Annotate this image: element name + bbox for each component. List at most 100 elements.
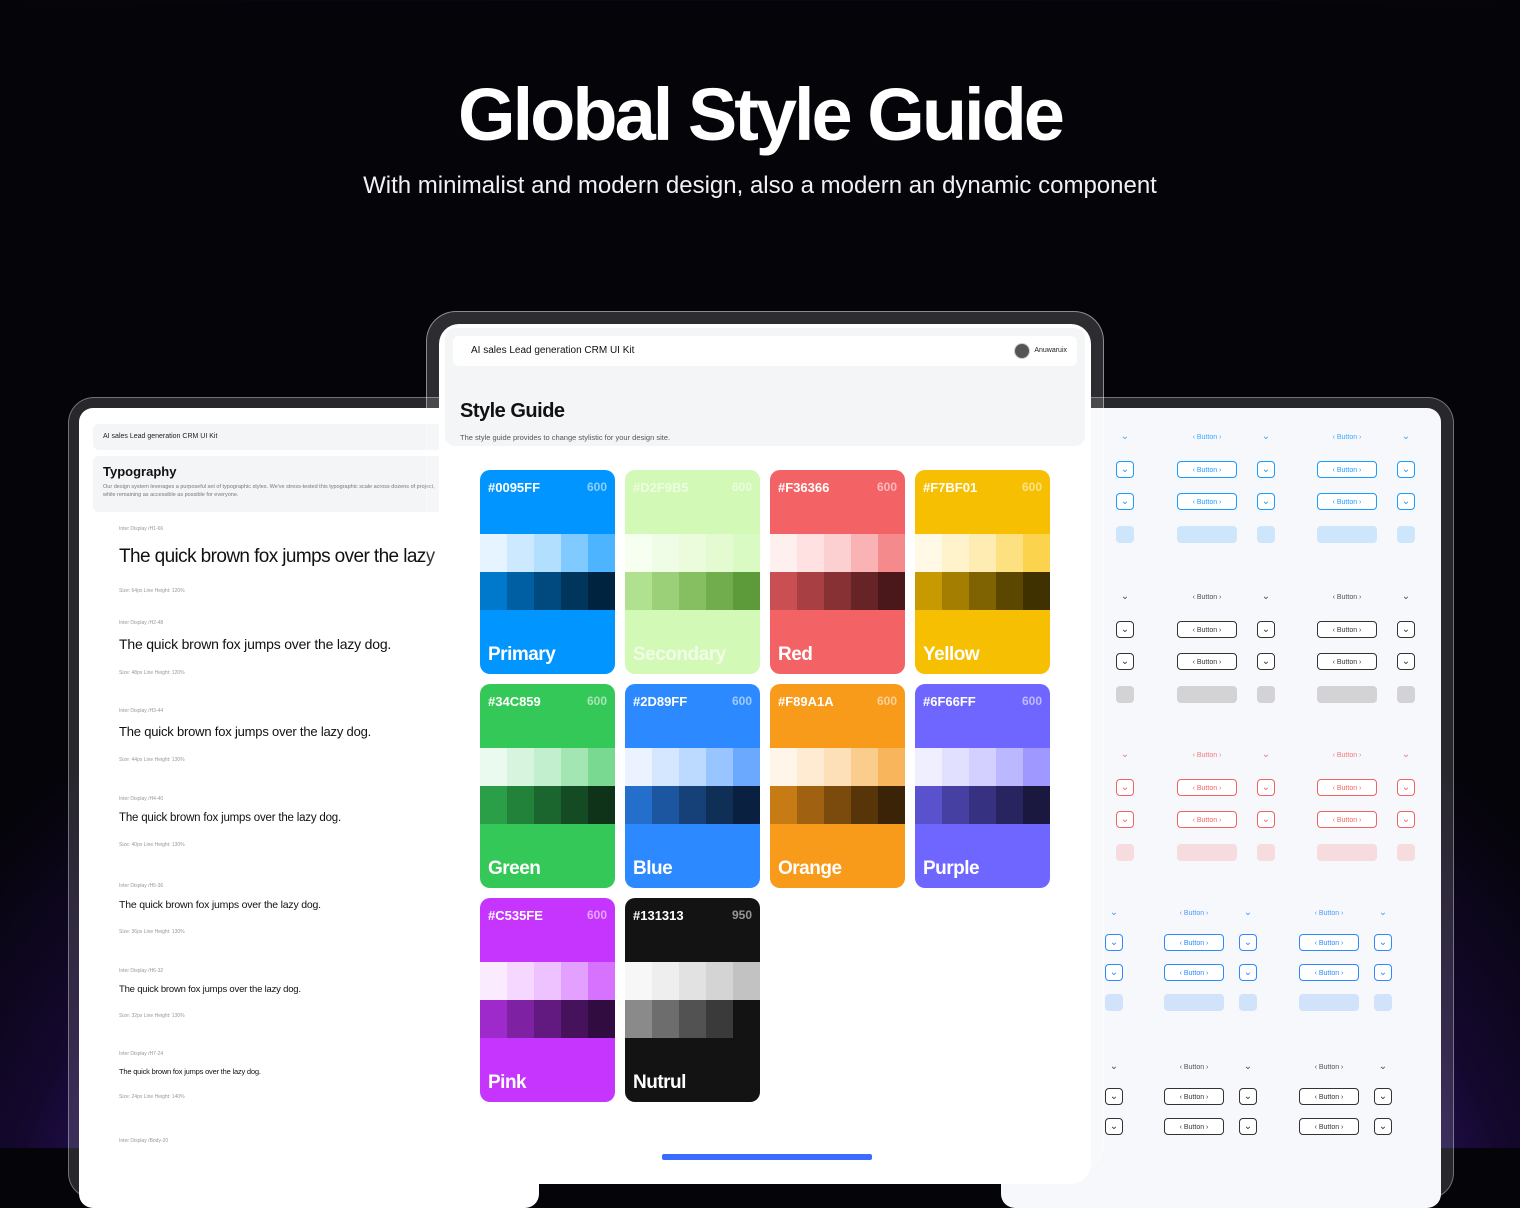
button[interactable]: ‹ Button › [1164,964,1224,981]
button[interactable]: ‹ Button › [1317,653,1377,670]
icon-button[interactable]: ⌄ [1397,843,1415,861]
icon-button[interactable]: ⌄ [1374,904,1392,921]
icon-button[interactable]: ⌄ [1397,746,1415,763]
icon-button[interactable]: ⌄ [1374,1058,1392,1075]
color-swatch-green[interactable]: #34C859 600 Green [480,684,615,888]
icon-button[interactable]: ⌄ [1397,653,1415,670]
icon-button[interactable]: ⌄ [1239,1058,1257,1075]
icon-button[interactable]: ⌄ [1257,460,1275,478]
icon-button[interactable]: ⌄ [1105,994,1123,1011]
icon-button[interactable]: ⌄ [1116,460,1134,478]
icon-button[interactable]: ⌄ [1105,934,1123,951]
button[interactable]: ‹ Button › [1317,493,1377,510]
icon-button[interactable]: ⌄ [1105,1118,1123,1135]
button[interactable]: ‹ Button › [1299,964,1359,981]
button[interactable]: ‹ Button › [1299,1118,1359,1135]
icon-button[interactable]: ⌄ [1257,746,1275,763]
icon-button[interactable]: ⌄ [1116,588,1134,605]
button[interactable]: ‹ Button › [1317,525,1377,543]
button[interactable]: ‹ Button › [1177,525,1237,543]
color-swatch-nutrul[interactable]: #131313 950 Nutrul [625,898,760,1102]
icon-button[interactable]: ⌄ [1397,811,1415,828]
button[interactable]: ‹ Button › [1177,620,1237,638]
icon-button[interactable]: ⌄ [1257,525,1275,543]
button[interactable]: ‹ Button › [1177,843,1237,861]
icon-button[interactable]: ⌄ [1239,994,1257,1011]
icon-button[interactable]: ⌄ [1257,653,1275,670]
button[interactable]: ‹ Button › [1177,460,1237,478]
icon-button[interactable]: ⌄ [1397,525,1415,543]
icon-button[interactable]: ⌄ [1397,778,1415,796]
button[interactable]: ‹ Button › [1317,460,1377,478]
icon-button[interactable]: ⌄ [1397,493,1415,510]
icon-button[interactable]: ⌄ [1116,811,1134,828]
button[interactable]: ‹ Button › [1177,746,1237,763]
icon-button[interactable]: ⌄ [1116,525,1134,543]
icon-button[interactable]: ⌄ [1116,653,1134,670]
icon-button[interactable]: ⌄ [1105,1058,1123,1075]
icon-button[interactable]: ⌄ [1374,1118,1392,1135]
icon-button[interactable]: ⌄ [1239,1088,1257,1105]
button[interactable]: ‹ Button › [1317,778,1377,796]
icon-button[interactable]: ⌄ [1116,493,1134,510]
icon-button[interactable]: ⌄ [1239,904,1257,921]
icon-button[interactable]: ⌄ [1374,994,1392,1011]
icon-button[interactable]: ⌄ [1257,620,1275,638]
button[interactable]: ‹ Button › [1299,934,1359,951]
icon-button[interactable]: ⌄ [1257,428,1275,445]
color-swatch-secondary[interactable]: #D2F9B5 600 Secondary [625,470,760,674]
color-swatch-purple[interactable]: #6F66FF 600 Purple [915,684,1050,888]
icon-button[interactable]: ⌄ [1105,904,1123,921]
icon-button[interactable]: ⌄ [1397,428,1415,445]
button[interactable]: ‹ Button › [1299,1088,1359,1105]
icon-button[interactable]: ⌄ [1374,1088,1392,1105]
icon-button[interactable]: ⌄ [1105,964,1123,981]
button[interactable]: ‹ Button › [1317,746,1377,763]
button[interactable]: ‹ Button › [1164,1058,1224,1075]
button[interactable]: ‹ Button › [1164,904,1224,921]
color-swatch-blue[interactable]: #2D89FF 600 Blue [625,684,760,888]
button[interactable]: ‹ Button › [1177,653,1237,670]
color-swatch-primary[interactable]: #0095FF 600 Primary [480,470,615,674]
icon-button[interactable]: ⌄ [1397,460,1415,478]
icon-button[interactable]: ⌄ [1397,588,1415,605]
icon-button[interactable]: ⌄ [1116,778,1134,796]
icon-button[interactable]: ⌄ [1116,428,1134,445]
icon-button[interactable]: ⌄ [1257,778,1275,796]
icon-button[interactable]: ⌄ [1397,620,1415,638]
button[interactable]: ‹ Button › [1177,778,1237,796]
color-swatch-pink[interactable]: #C535FE 600 Pink [480,898,615,1102]
icon-button[interactable]: ⌄ [1116,620,1134,638]
button[interactable]: ‹ Button › [1164,934,1224,951]
icon-button[interactable]: ⌄ [1397,685,1415,703]
button[interactable]: ‹ Button › [1177,493,1237,510]
color-swatch-yellow[interactable]: #F7BF01 600 Yellow [915,470,1050,674]
user-menu[interactable]: Anuwaruix [1014,336,1067,366]
button[interactable]: ‹ Button › [1177,811,1237,828]
icon-button[interactable]: ⌄ [1105,1088,1123,1105]
icon-button[interactable]: ⌄ [1239,964,1257,981]
icon-button[interactable]: ⌄ [1257,588,1275,605]
button[interactable]: ‹ Button › [1299,904,1359,921]
color-swatch-red[interactable]: #F36366 600 Red [770,470,905,674]
icon-button[interactable]: ⌄ [1257,811,1275,828]
icon-button[interactable]: ⌄ [1116,843,1134,861]
button[interactable]: ‹ Button › [1317,588,1377,605]
color-swatch-orange[interactable]: #F89A1A 600 Orange [770,684,905,888]
icon-button[interactable]: ⌄ [1116,685,1134,703]
avatar[interactable] [1014,343,1031,359]
button[interactable]: ‹ Button › [1164,994,1224,1011]
button[interactable]: ‹ Button › [1299,994,1359,1011]
button[interactable]: ‹ Button › [1164,1118,1224,1135]
icon-button[interactable]: ⌄ [1116,746,1134,763]
button[interactable]: ‹ Button › [1177,685,1237,703]
icon-button[interactable]: ⌄ [1257,685,1275,703]
button[interactable]: ‹ Button › [1317,428,1377,445]
button[interactable]: ‹ Button › [1317,843,1377,861]
button[interactable]: ‹ Button › [1299,1058,1359,1075]
icon-button[interactable]: ⌄ [1239,1118,1257,1135]
button[interactable]: ‹ Button › [1317,620,1377,638]
button[interactable]: ‹ Button › [1317,685,1377,703]
icon-button[interactable]: ⌄ [1257,843,1275,861]
button[interactable]: ‹ Button › [1177,588,1237,605]
